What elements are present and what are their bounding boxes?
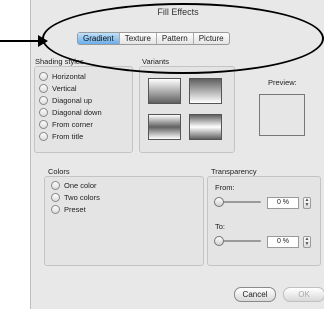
to-label: To: — [215, 222, 226, 231]
shading-styles-label: Shading styles — [35, 57, 84, 66]
radio-label: Diagonal up — [52, 96, 93, 105]
to-percent-field[interactable]: 0 % — [267, 236, 299, 248]
from-label: From: — [215, 183, 235, 192]
preview-label: Preview: — [268, 78, 297, 87]
variants-label: Variants — [142, 57, 169, 66]
tab-gradient[interactable]: Gradient — [78, 33, 120, 44]
radio-vertical[interactable]: Vertical — [39, 84, 77, 93]
colors-label: Colors — [48, 167, 70, 176]
cancel-button[interactable]: Cancel — [234, 287, 276, 302]
radio-icon[interactable] — [39, 84, 48, 93]
preview-box — [259, 94, 305, 136]
radio-icon[interactable] — [39, 120, 48, 129]
tab-picture[interactable]: Picture — [194, 33, 229, 44]
radio-icon[interactable] — [51, 193, 60, 202]
radio-icon[interactable] — [51, 181, 60, 190]
tab-pattern[interactable]: Pattern — [157, 33, 194, 44]
from-percent-field[interactable]: 0 % — [267, 197, 299, 209]
ok-button[interactable]: OK — [283, 287, 324, 302]
slider-knob-icon[interactable] — [214, 236, 224, 246]
radio-label: Diagonal down — [52, 108, 102, 117]
variant-swatch-2[interactable] — [189, 78, 222, 104]
radio-from-corner[interactable]: From corner — [39, 120, 93, 129]
radio-label: From corner — [52, 120, 93, 129]
radio-preset[interactable]: Preset — [51, 205, 86, 214]
radio-label: Preset — [64, 205, 86, 214]
tab-bar: Gradient Texture Pattern Picture — [77, 32, 230, 45]
radio-label: From title — [52, 132, 84, 141]
radio-one-color[interactable]: One color — [51, 181, 97, 190]
radio-label: Vertical — [52, 84, 77, 93]
transparency-label: Transparency — [211, 167, 257, 176]
radio-from-title[interactable]: From title — [39, 132, 83, 141]
radio-icon[interactable] — [39, 96, 48, 105]
radio-diagonal-up[interactable]: Diagonal up — [39, 96, 92, 105]
radio-icon[interactable] — [51, 205, 60, 214]
radio-label: Horizontal — [52, 72, 86, 81]
radio-icon[interactable] — [39, 132, 48, 141]
annotation-arrow-line — [0, 40, 40, 42]
slider-knob-icon[interactable] — [214, 197, 224, 207]
variant-swatch-4[interactable] — [189, 114, 222, 140]
radio-diagonal-down[interactable]: Diagonal down — [39, 108, 102, 117]
variant-swatch-1[interactable] — [148, 78, 181, 104]
radio-horizontal[interactable]: Horizontal — [39, 72, 86, 81]
annotation-arrow-head — [38, 35, 48, 47]
fill-effects-dialog: Fill Effects Gradient Texture Pattern Pi… — [30, 0, 324, 309]
tab-texture[interactable]: Texture — [120, 33, 157, 44]
radio-label: One color — [64, 181, 97, 190]
dialog-title: Fill Effects — [157, 7, 199, 17]
radio-two-colors[interactable]: Two colors — [51, 193, 100, 202]
stepper-icon[interactable]: ▲ ▼ — [303, 236, 311, 248]
radio-icon[interactable] — [39, 72, 48, 81]
radio-icon[interactable] — [39, 108, 48, 117]
stepper-icon[interactable]: ▲ ▼ — [303, 197, 311, 209]
radio-label: Two colors — [64, 193, 100, 202]
variant-swatch-3[interactable] — [148, 114, 181, 140]
